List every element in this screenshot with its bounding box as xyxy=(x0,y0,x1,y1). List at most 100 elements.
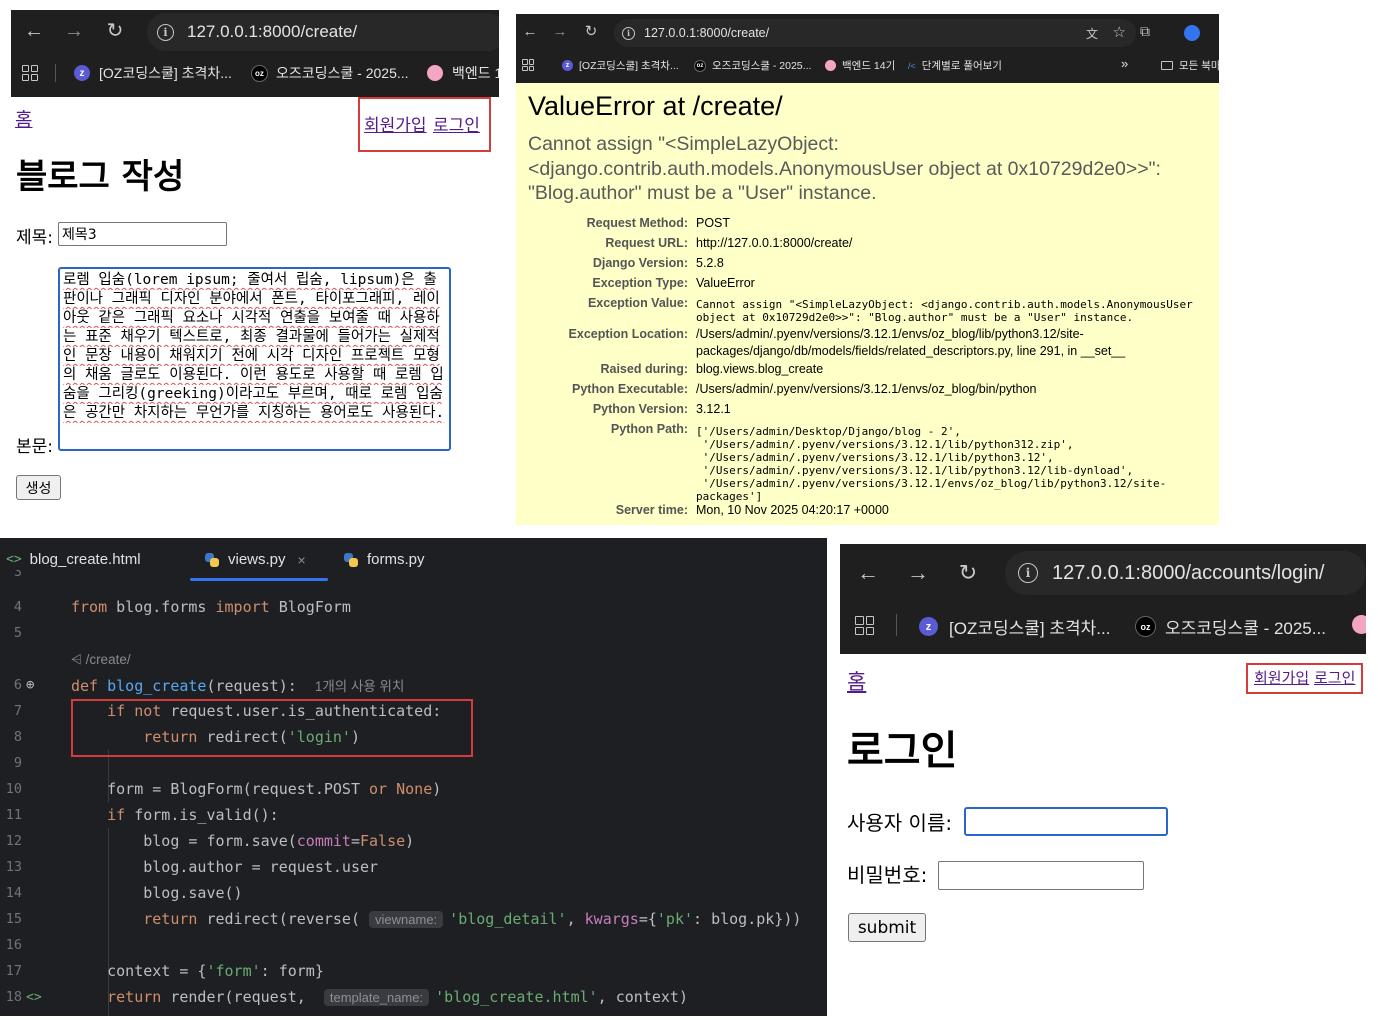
forward-button[interactable]: → xyxy=(906,560,930,585)
bookmark-oz-course[interactable]: z [OZ코딩스쿨] 초격차... xyxy=(562,58,679,73)
reload-button[interactable]: ↻ xyxy=(583,23,599,40)
create-button[interactable]: 생성 xyxy=(16,475,61,500)
exception-value: Cannot assign "<SimpleLazyObject: <djang… xyxy=(696,298,1193,324)
body-label: 본문: xyxy=(16,437,54,457)
title-input[interactable]: 제목3 xyxy=(58,222,227,246)
login-window: ← → ↻ i 127.0.0.1:8000/accounts/login/ z… xyxy=(840,544,1366,957)
code-line: def blog_create(request): 1개의 사용 위치 xyxy=(71,677,405,695)
route-hint[interactable]: ⩤ /create/ xyxy=(71,650,131,668)
apps-grid-icon[interactable] xyxy=(855,616,874,635)
oz-favicon-icon: z xyxy=(74,65,90,81)
code-line: from blog.forms import BlogForm xyxy=(71,598,351,616)
body-text-line: 는 표준 채우기 텍스트로, 최종 결과물에 들어가는 실제적 xyxy=(63,329,440,345)
browser-chrome: ← → ↻ i 127.0.0.1:8000/create/ 文 ☆ ⧉ z [… xyxy=(516,14,1219,83)
reload-button[interactable]: ↻ xyxy=(956,560,980,585)
code-line: blog.author = request.user xyxy=(71,858,379,876)
home-link[interactable]: 홈 xyxy=(847,666,866,696)
oz-favicon-icon: z xyxy=(919,617,938,636)
bookmark-step-by-step[interactable]: /< 단계별로 풀어보기 xyxy=(908,58,1002,73)
login-link[interactable]: 로그인 xyxy=(1314,667,1355,688)
back-button[interactable]: ← xyxy=(856,560,880,585)
home-link[interactable]: 홈 xyxy=(15,105,32,132)
apps-grid-icon[interactable] xyxy=(522,59,534,71)
body-text-line: 숨을 그리킹(greeking)이라고도 부르며, 때로 로렘 입숨 xyxy=(63,386,443,402)
pig-favicon-icon[interactable] xyxy=(1352,615,1366,634)
password-input[interactable] xyxy=(938,861,1144,890)
body-text-line: 의 채움 글로도 이용된다. 이런 용도로 사용할 때 로렘 입 xyxy=(63,367,444,383)
code-icon: /< xyxy=(908,60,916,71)
folder-icon xyxy=(1161,61,1173,70)
address-bar[interactable]: i 127.0.0.1:8000/accounts/login/ xyxy=(1005,551,1366,595)
code-line: if form.is_valid(): xyxy=(107,806,279,824)
forward-button[interactable]: → xyxy=(552,23,568,40)
close-tab-icon[interactable]: × xyxy=(298,552,306,568)
back-button[interactable]: ← xyxy=(23,20,45,42)
code-line: form = BlogForm(request.POST or None) xyxy=(71,780,442,798)
bookmark-backend[interactable]: 백엔드 1 xyxy=(427,63,499,83)
bookmark-oz-course[interactable]: z [OZ코딩스쿨] 초격차... xyxy=(919,614,1110,639)
all-bookmarks[interactable]: 모든 북마 xyxy=(1161,58,1219,73)
oz-logo-icon: oz xyxy=(1135,616,1156,637)
code-line: blog = form.save(commit=False) xyxy=(71,832,415,850)
code-line: return render(request, template_name:'bl… xyxy=(107,988,688,1006)
body-text-line: 아웃 같은 그래픽 요소나 시각적 연출을 보여줄 때 사용하 xyxy=(63,310,440,326)
oz-logo-icon: oz xyxy=(251,64,268,82)
site-info-icon[interactable]: i xyxy=(1018,563,1038,583)
body-textarea[interactable]: 로렘 입숨(lorem ipsum; 줄여서 립숨, lipsum)은 출 판이나… xyxy=(58,267,451,451)
url-text: 127.0.0.1:8000/create/ xyxy=(644,26,770,40)
error-message: Cannot assign "<SimpleLazyObject: <djang… xyxy=(528,133,1161,204)
python-file-icon xyxy=(204,552,220,568)
blog-create-page: 홈 회원가입 로그인 블로그 작성 제목: 제목3 로렘 입숨(lorem ip… xyxy=(11,97,499,515)
login-link[interactable]: 로그인 xyxy=(433,111,480,136)
pig-favicon-icon xyxy=(427,65,443,81)
username-label: 사용자 이름: xyxy=(847,811,953,835)
oz-favicon-icon: z xyxy=(562,60,573,71)
body-text-line: 인 문장 내용이 채워지기 전에 시각 디자인 프로젝트 모형 xyxy=(63,348,440,364)
code-editor: <> blog_create.html views.py × forms.py … xyxy=(0,538,827,1016)
bookmark-oz-course[interactable]: z [OZ코딩스쿨] 초격차... xyxy=(74,63,232,83)
page-title: 블로그 작성 xyxy=(16,157,185,197)
more-bookmarks-icon[interactable]: » xyxy=(1121,56,1128,71)
code-area[interactable]: 3 4 from blog.forms import BlogForm 5 ⩤ /… xyxy=(0,570,827,1016)
address-bar[interactable]: i 127.0.0.1:8000/create/ 文 ☆ xyxy=(614,19,1136,47)
username-input[interactable] xyxy=(964,807,1168,836)
signup-link[interactable]: 회원가입 xyxy=(364,111,427,136)
title-label: 제목: xyxy=(16,228,54,248)
auth-check-highlight xyxy=(71,699,473,757)
browser-chrome: ← → ↻ i 127.0.0.1:8000/accounts/login/ z… xyxy=(840,544,1366,654)
signup-link[interactable]: 회원가입 xyxy=(1254,667,1309,688)
template-gutter-icon[interactable]: <> xyxy=(26,990,42,1005)
code-line: return redirect(reverse( viewname:'blog_… xyxy=(143,910,802,928)
code-line: blog.save() xyxy=(71,884,243,902)
bookmark-backend[interactable]: 백엔드 14기 xyxy=(825,58,895,73)
address-bar[interactable]: i 127.0.0.1:8000/create/ xyxy=(147,13,499,51)
password-label: 비밀번호: xyxy=(847,863,928,887)
site-info-icon[interactable]: i xyxy=(622,26,635,40)
error-title: ValueError at /create/ xyxy=(528,91,783,121)
profile-avatar[interactable] xyxy=(1184,25,1200,41)
url-text: 127.0.0.1:8000/create/ xyxy=(187,22,358,41)
submit-button[interactable]: submit xyxy=(848,913,926,942)
exception-location: /Users/admin/.pyenv/versions/3.12.1/envs… xyxy=(696,327,1126,358)
django-error-page: ValueError at /create/ Cannot assign "<S… xyxy=(516,83,1219,525)
translate-icon[interactable]: 文 xyxy=(1086,25,1098,42)
bookmark-oz-school[interactable]: oz 오즈코딩스쿨 - 2025... xyxy=(251,63,409,83)
body-text-line: 로렘 입숨(lorem ipsum; 줄여서 립숨, lipsum)은 출 xyxy=(63,272,437,288)
star-icon[interactable]: ☆ xyxy=(1113,23,1126,41)
python-path: ['/Users/admin/Desktop/Django/blog - 2',… xyxy=(696,425,1167,503)
error-window: ← → ↻ i 127.0.0.1:8000/create/ 文 ☆ ⧉ z [… xyxy=(516,14,1219,525)
back-button[interactable]: ← xyxy=(522,23,538,40)
html-file-icon: <> xyxy=(6,552,22,567)
bookmark-oz-school[interactable]: oz 오즈코딩스쿨 - 2025... xyxy=(694,58,811,73)
site-info-icon[interactable]: i xyxy=(157,23,174,41)
error-meta-table: Request Method: POST Request URL: http://1… xyxy=(516,216,1219,523)
reload-button[interactable]: ↻ xyxy=(104,19,126,42)
forward-button[interactable]: → xyxy=(63,20,85,42)
blog-create-window: ← → ↻ i 127.0.0.1:8000/create/ z [OZ코딩스쿨… xyxy=(11,10,499,515)
login-page: 홈 회원가입 로그인 로그인 사용자 이름: 비밀번호: submit xyxy=(840,654,1366,957)
extensions-icon[interactable]: ⧉ xyxy=(1140,23,1150,40)
pig-favicon-icon xyxy=(825,60,836,71)
bookmark-oz-school[interactable]: oz 오즈코딩스쿨 - 2025... xyxy=(1135,614,1326,639)
globe-gutter-icon[interactable]: ⊕ xyxy=(26,677,34,693)
apps-grid-icon[interactable] xyxy=(22,65,38,81)
